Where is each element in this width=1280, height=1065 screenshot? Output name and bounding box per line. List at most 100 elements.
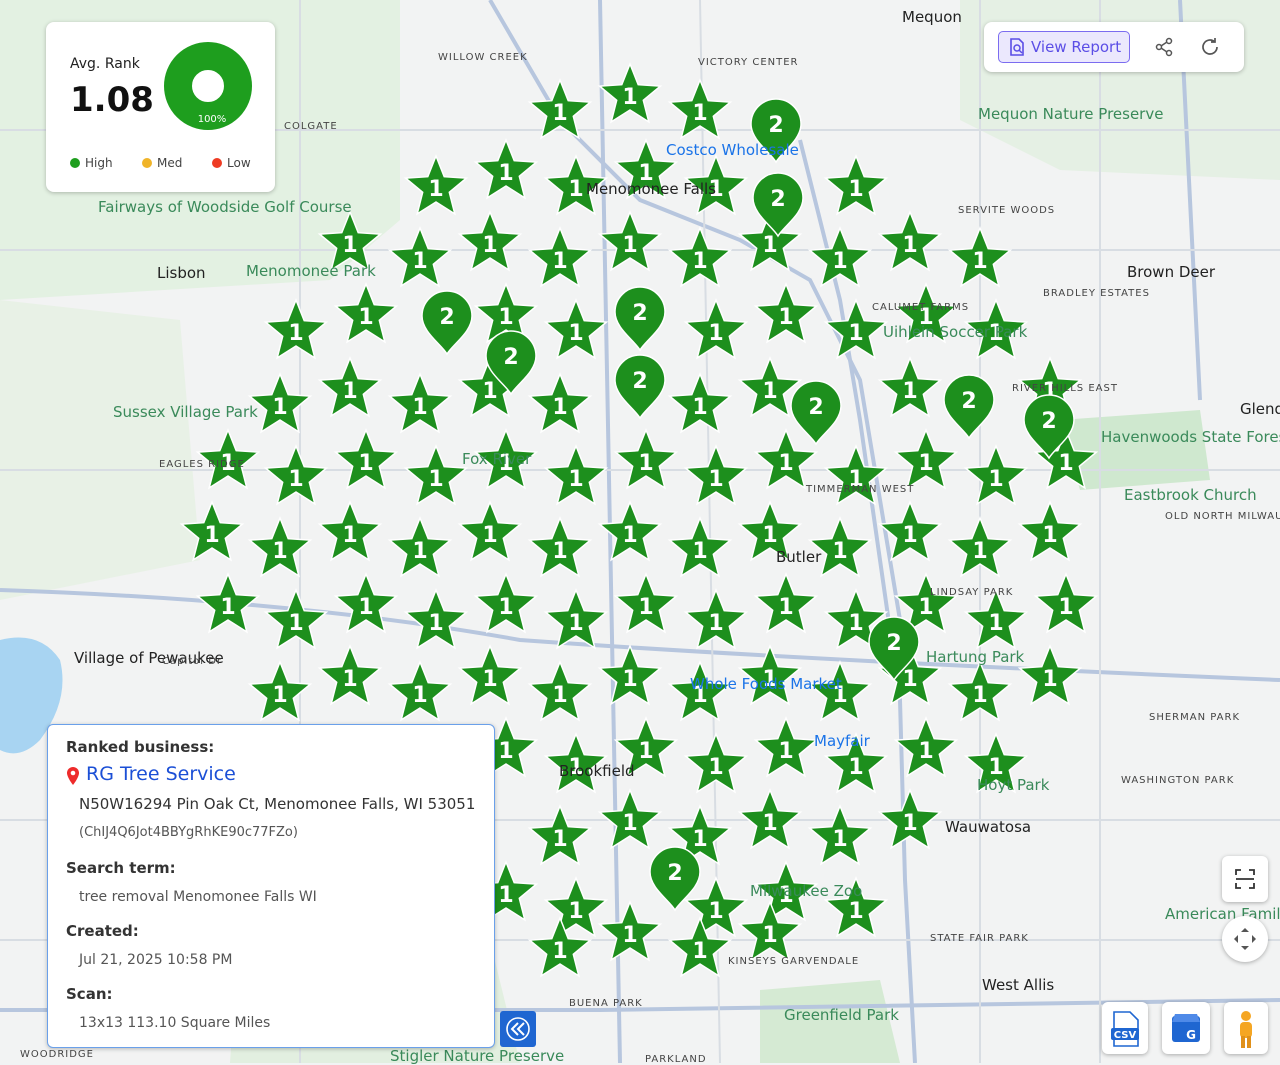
google-business-button[interactable]: G [1162,1002,1210,1054]
map-label: Fairways of Woodside Golf Course [98,198,352,216]
marker-rank-label: 1 [832,827,847,852]
marker-rank-label: 2 [632,301,647,326]
business-name-link[interactable]: RG Tree Service [86,763,236,785]
map-label: SERVITE WOODS [958,205,1056,216]
marker-rank-label: 1 [762,379,777,404]
share-icon[interactable] [1154,37,1174,57]
marker-rank-label: 1 [204,523,219,548]
marker-rank-label: 1 [918,451,933,476]
marker-rank-label: 1 [972,249,987,274]
map-label: Costco Wholesale [666,141,799,159]
marker-rank-label: 2 [1041,409,1056,434]
marker-rank-label: 1 [482,523,497,548]
map-label: BUENA PARK [569,998,643,1009]
csv-file-icon: CSV [1111,1011,1139,1047]
marker-rank-label: 1 [342,379,357,404]
marker-rank-label: 1 [482,379,497,404]
avg-rank-card: Avg. Rank 1.08 100% High Med Low [46,22,275,192]
double-chevron-left-icon [506,1017,530,1041]
marker-rank-label: 1 [988,611,1003,636]
map-label: Greenfield Park [784,1006,899,1024]
marker-rank-label: 2 [439,305,454,330]
marker-rank-label: 1 [692,249,707,274]
legend-high-dot [70,158,80,168]
legend-high-label: High [85,156,113,170]
legend-high: High [70,156,113,170]
map-label: Mequon Nature Preserve [978,105,1164,123]
legend-med-dot [142,158,152,168]
map-label: Mequon [902,8,962,26]
green-area [0,300,200,600]
map-label: SHERMAN PARK [1149,712,1240,723]
map-label: Capitol Dr [162,656,223,667]
marker-rank-label: 1 [288,467,303,492]
pan-control-button[interactable] [1222,916,1268,962]
csv-label: CSV [1114,1030,1137,1041]
move-arrows-icon [1234,928,1256,950]
marker-rank-label: 1 [342,233,357,258]
fullscreen-button[interactable] [1222,856,1268,902]
marker-rank-label: 1 [1058,451,1073,476]
marker-rank-label: 1 [358,451,373,476]
marker-rank-label: 1 [902,523,917,548]
collapse-panel-button[interactable] [500,1011,536,1047]
map-label: Brown Deer [1127,263,1216,281]
marker-rank-label: 1 [498,305,513,330]
view-report-button[interactable]: View Report [998,31,1130,63]
marker-rank-label: 1 [358,305,373,330]
map-label: PARKLAND [645,1054,707,1065]
map-label: CALUMET FARMS [872,302,970,313]
top-toolbar: View Report [984,22,1244,72]
map-label: Whole Foods Market [690,675,842,693]
marker-rank-label: 2 [886,631,901,656]
map-label: West Allis [982,976,1055,994]
search-term-value: tree removal Menomonee Falls WI [79,889,317,905]
marker-rank-label: 1 [622,523,637,548]
marker-rank-label: 1 [918,595,933,620]
map-label: VICTORY CENTER [698,57,799,68]
marker-rank-label: 1 [848,611,863,636]
marker-rank-label: 1 [902,379,917,404]
marker-rank-label: 1 [412,395,427,420]
location-pin-icon [67,767,79,785]
donut-ring [164,42,252,130]
map-label: Glendale [1240,400,1280,418]
pegman-icon [1240,1011,1252,1048]
map-label: OLD NORTH MILWAUKEE [1165,511,1280,522]
marker-rank-label: 1 [342,523,357,548]
avg-rank-title: Avg. Rank [70,56,140,72]
created-label: Created: [66,922,139,940]
csv-export-button[interactable]: CSV [1102,1002,1148,1054]
marker-rank-label: 1 [482,667,497,692]
marker-rank-label: 1 [498,739,513,764]
marker-rank-label: 2 [632,369,647,394]
rank-donut-chart: 100% [164,42,252,130]
map-label: Stigler Nature Preserve [390,1047,565,1065]
google-business-icon: G [1172,1014,1200,1042]
legend-low-dot [212,158,222,168]
created-value: Jul 21, 2025 10:58 PM [79,952,233,968]
map-label: Havenwoods State Forest [1101,428,1280,446]
refresh-icon[interactable] [1198,35,1222,59]
marker-rank-label: 1 [552,939,567,964]
marker-rank-label: 1 [902,667,917,692]
map-label: Uihlein Soccer Park [883,323,1028,341]
map-label: Eastbrook Church [1124,486,1257,504]
marker-rank-label: 1 [692,539,707,564]
marker-rank-label: 1 [568,899,583,924]
marker-rank-label: 1 [692,101,707,126]
marker-rank-label: 1 [342,667,357,692]
marker-rank-label: 1 [638,739,653,764]
street-view-button[interactable] [1224,1002,1268,1054]
search-term-label: Search term: [66,859,176,877]
marker-rank-label: 1 [498,883,513,908]
donut-percent: 100% [198,114,227,125]
ranked-business-label: Ranked business: [66,738,215,756]
marker-rank-label: 1 [552,249,567,274]
scan-value: 13x13 113.10 Square Miles [79,1015,271,1031]
business-address: N50W16294 Pin Oak Ct, Menomonee Falls, W… [79,795,476,813]
marker-rank-label: 1 [288,321,303,346]
marker-rank-label: 1 [692,395,707,420]
marker-rank-label: 1 [762,811,777,836]
marker-rank-label: 1 [220,595,235,620]
